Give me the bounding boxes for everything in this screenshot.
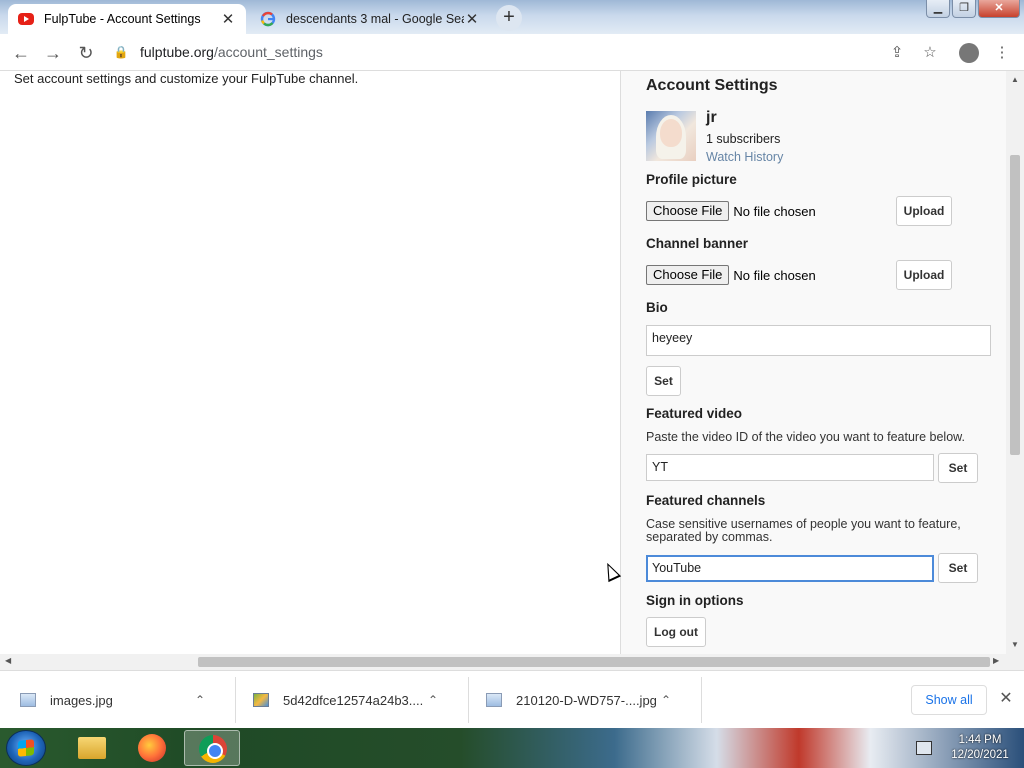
window-close-button[interactable]: ✕ bbox=[978, 0, 1020, 18]
intro-text: Set account settings and customize your … bbox=[14, 71, 359, 86]
download-item[interactable]: images.jpg ⌃ bbox=[20, 677, 236, 723]
chevron-up-icon[interactable]: ⌃ bbox=[190, 693, 210, 707]
back-button[interactable]: ← bbox=[8, 40, 34, 66]
avatar[interactable] bbox=[646, 111, 696, 161]
channel-banner-file-input: Choose File No file chosen bbox=[646, 265, 816, 285]
vertical-scrollbar[interactable]: ▲ ▼ bbox=[1006, 71, 1024, 654]
profile-icon[interactable] bbox=[958, 42, 980, 64]
reload-button[interactable]: ↻ bbox=[73, 40, 99, 66]
minimize-button[interactable]: ▁ bbox=[926, 0, 950, 18]
close-tab-icon[interactable]: ✕ bbox=[220, 10, 236, 28]
image-file-icon bbox=[20, 693, 36, 707]
taskbar: 1:44 PM 12/20/2021 bbox=[0, 728, 1024, 768]
bookmark-star-icon[interactable]: ☆ bbox=[919, 42, 941, 64]
set-bio-button[interactable]: Set bbox=[646, 366, 681, 396]
file-status: No file chosen bbox=[733, 203, 816, 219]
choose-file-button[interactable]: Choose File bbox=[646, 265, 730, 285]
tab-title: FulpTube - Account Settings bbox=[44, 12, 201, 26]
download-filename: images.jpg bbox=[50, 692, 113, 708]
download-item[interactable]: 210120-D-WD757-....jpg ⌃ bbox=[486, 677, 702, 723]
folder-icon bbox=[78, 737, 106, 759]
chrome-icon bbox=[199, 735, 227, 763]
sign-in-options-label: Sign in options bbox=[646, 593, 744, 608]
url-host: fulptube.org bbox=[140, 44, 214, 60]
clock[interactable]: 1:44 PM 12/20/2021 bbox=[940, 733, 1020, 763]
lock-icon[interactable]: 🔒 bbox=[110, 45, 132, 59]
horizontal-scrollbar[interactable]: ◀ ▶ bbox=[0, 654, 1024, 670]
download-item[interactable]: 5d42dfce12574a24b3.... ⌃ bbox=[253, 677, 469, 723]
set-featured-channels-button[interactable]: Set bbox=[938, 553, 978, 583]
download-filename: 5d42dfce12574a24b3.... bbox=[283, 692, 423, 708]
download-bar: images.jpg ⌃ 5d42dfce12574a24b3.... ⌃ 21… bbox=[0, 670, 1024, 728]
forward-button[interactable]: → bbox=[40, 40, 66, 66]
file-status: No file chosen bbox=[733, 267, 816, 283]
download-filename: 210120-D-WD757-....jpg bbox=[516, 692, 656, 708]
featured-channels-input[interactable]: YouTube bbox=[646, 555, 934, 582]
featured-video-label: Featured video bbox=[646, 406, 743, 421]
featured-video-description: Paste the video ID of the video you want… bbox=[646, 430, 965, 444]
network-icon[interactable] bbox=[916, 741, 932, 755]
file-explorer-button[interactable] bbox=[62, 730, 118, 766]
scroll-right-arrow[interactable]: ▶ bbox=[993, 656, 999, 665]
log-out-button[interactable]: Log out bbox=[646, 617, 706, 647]
close-icon[interactable]: ✕ bbox=[996, 688, 1016, 708]
chevron-up-icon[interactable]: ⌃ bbox=[423, 693, 443, 707]
google-icon bbox=[260, 11, 276, 27]
start-button[interactable] bbox=[6, 730, 46, 766]
scroll-left-arrow[interactable]: ◀ bbox=[5, 656, 11, 665]
channel-banner-label: Channel banner bbox=[646, 236, 749, 251]
subscriber-count: 1 subscribers bbox=[706, 132, 781, 146]
chevron-up-icon[interactable]: ⌃ bbox=[656, 693, 676, 707]
clock-time: 1:44 PM bbox=[958, 734, 1002, 746]
choose-file-button[interactable]: Choose File bbox=[646, 201, 730, 221]
window-controls: ▁ ❐ ✕ bbox=[926, 0, 1020, 18]
page-title: Account Settings bbox=[646, 77, 778, 94]
menu-kebab-icon[interactable]: ⋮ bbox=[991, 42, 1013, 64]
new-tab-button[interactable]: + bbox=[496, 5, 522, 31]
upload-channel-banner-button[interactable]: Upload bbox=[896, 260, 952, 290]
scrollbar-thumb[interactable] bbox=[1010, 155, 1020, 455]
profile-picture-label: Profile picture bbox=[646, 172, 737, 187]
bio-textarea[interactable]: heyeey bbox=[646, 325, 991, 356]
featured-video-input[interactable]: YT bbox=[646, 454, 934, 481]
archive-file-icon bbox=[253, 693, 269, 707]
scrollbar-thumb[interactable] bbox=[198, 657, 990, 667]
browser-toolbar: ← → ↻ 🔒 fulptube.org/account_settings ⇪ … bbox=[0, 34, 1024, 71]
close-tab-icon[interactable]: ✕ bbox=[464, 10, 480, 28]
featured-channels-label: Featured channels bbox=[646, 493, 766, 508]
tab-title: descendants 3 mal - Google Search bbox=[286, 12, 464, 26]
bio-label: Bio bbox=[646, 300, 668, 315]
share-icon[interactable]: ⇪ bbox=[886, 42, 908, 64]
restore-button[interactable]: ❐ bbox=[952, 0, 976, 18]
upload-profile-picture-button[interactable]: Upload bbox=[896, 196, 952, 226]
clock-date: 12/20/2021 bbox=[951, 749, 1009, 761]
youtube-icon bbox=[18, 13, 34, 25]
tab-strip: FulpTube - Account Settings ✕ descendant… bbox=[0, 0, 1024, 34]
image-file-icon bbox=[486, 693, 502, 707]
scroll-down-arrow[interactable]: ▼ bbox=[1006, 640, 1024, 649]
system-tray: 1:44 PM 12/20/2021 bbox=[912, 730, 1024, 766]
tab-fulptube[interactable]: FulpTube - Account Settings ✕ bbox=[8, 4, 246, 34]
account-settings-panel: Account Settings jr 1 subscribers Watch … bbox=[621, 71, 1006, 654]
tab-google-search[interactable]: descendants 3 mal - Google Search ✕ bbox=[250, 4, 490, 34]
profile-picture-file-input: Choose File No file chosen bbox=[646, 201, 816, 221]
show-all-button[interactable]: Show all bbox=[911, 685, 987, 715]
page-viewport: Set account settings and customize your … bbox=[0, 71, 1024, 654]
chrome-button[interactable] bbox=[184, 730, 240, 766]
featured-channels-description: Case sensitive usernames of people you w… bbox=[646, 517, 961, 544]
firefox-icon bbox=[138, 734, 166, 762]
username[interactable]: jr bbox=[706, 109, 717, 127]
address-bar[interactable]: 🔒 fulptube.org/account_settings bbox=[110, 37, 950, 67]
scroll-up-arrow[interactable]: ▲ bbox=[1006, 75, 1024, 84]
watch-history-link[interactable]: Watch History bbox=[706, 150, 783, 164]
set-featured-video-button[interactable]: Set bbox=[938, 453, 978, 483]
url-path: /account_settings bbox=[213, 44, 323, 60]
firefox-button[interactable] bbox=[124, 730, 180, 766]
